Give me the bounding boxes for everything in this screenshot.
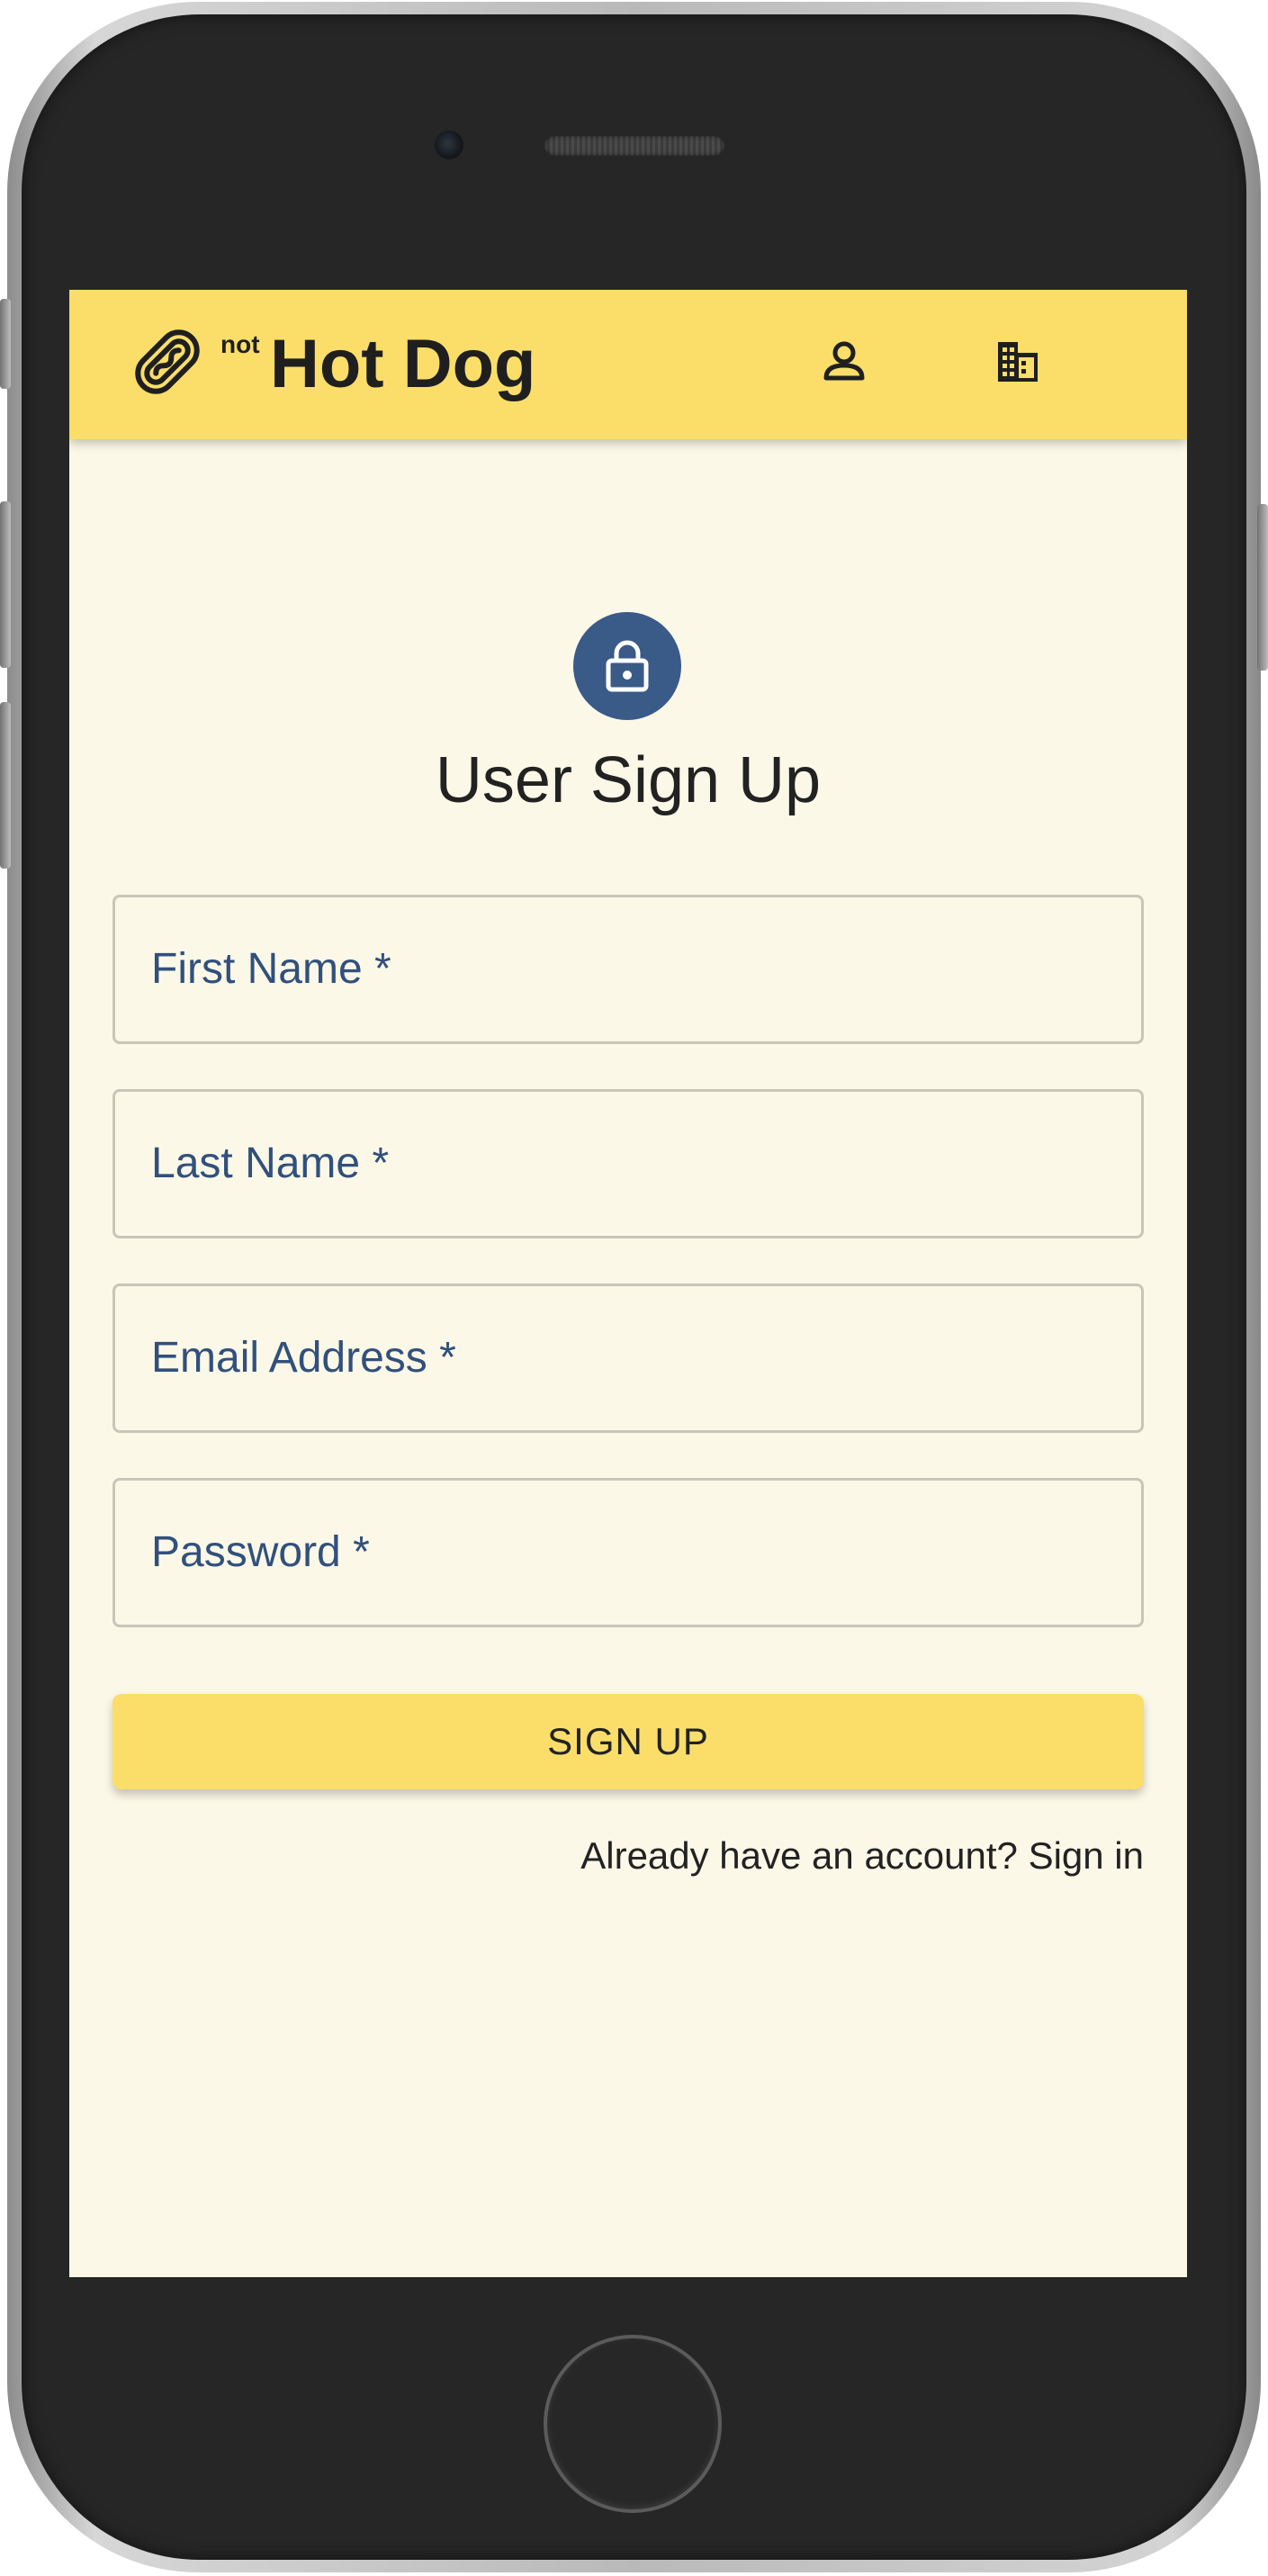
last-name-input[interactable] — [115, 1092, 1141, 1236]
sign-up-button-label: SIGN UP — [547, 1720, 709, 1762]
avatar — [573, 612, 681, 720]
first-name-input[interactable] — [115, 897, 1141, 1041]
hot-dog-icon[interactable] — [130, 324, 205, 400]
app-bar: not Hot Dog — [69, 290, 1187, 439]
earpiece-speaker — [544, 136, 724, 156]
person-icon[interactable] — [817, 335, 871, 389]
front-camera — [435, 131, 463, 159]
page-title: User Sign Up — [435, 744, 822, 816]
email-field[interactable]: Email Address * — [112, 1283, 1144, 1433]
password-field[interactable]: Password * — [112, 1478, 1144, 1627]
last-name-field[interactable]: Last Name * — [112, 1089, 1144, 1238]
brand-prefix: not — [220, 330, 260, 358]
business-icon[interactable] — [991, 335, 1045, 389]
email-input[interactable] — [115, 1286, 1141, 1430]
home-button[interactable] — [544, 2335, 722, 2513]
app-screen: not Hot Dog User Sign Up First Name * La… — [69, 290, 1187, 2277]
lock-icon — [606, 640, 649, 692]
silent-switch — [0, 299, 11, 389]
power-button — [1257, 504, 1268, 671]
volume-up-button — [0, 501, 11, 668]
sign-up-button[interactable]: SIGN UP — [112, 1694, 1144, 1789]
sign-in-link[interactable]: Already have an account? Sign in — [580, 1833, 1144, 1879]
brand-name[interactable]: Hot Dog — [270, 324, 535, 405]
password-input[interactable] — [115, 1481, 1141, 1625]
volume-down-button — [0, 702, 11, 869]
first-name-field[interactable]: First Name * — [112, 895, 1144, 1044]
